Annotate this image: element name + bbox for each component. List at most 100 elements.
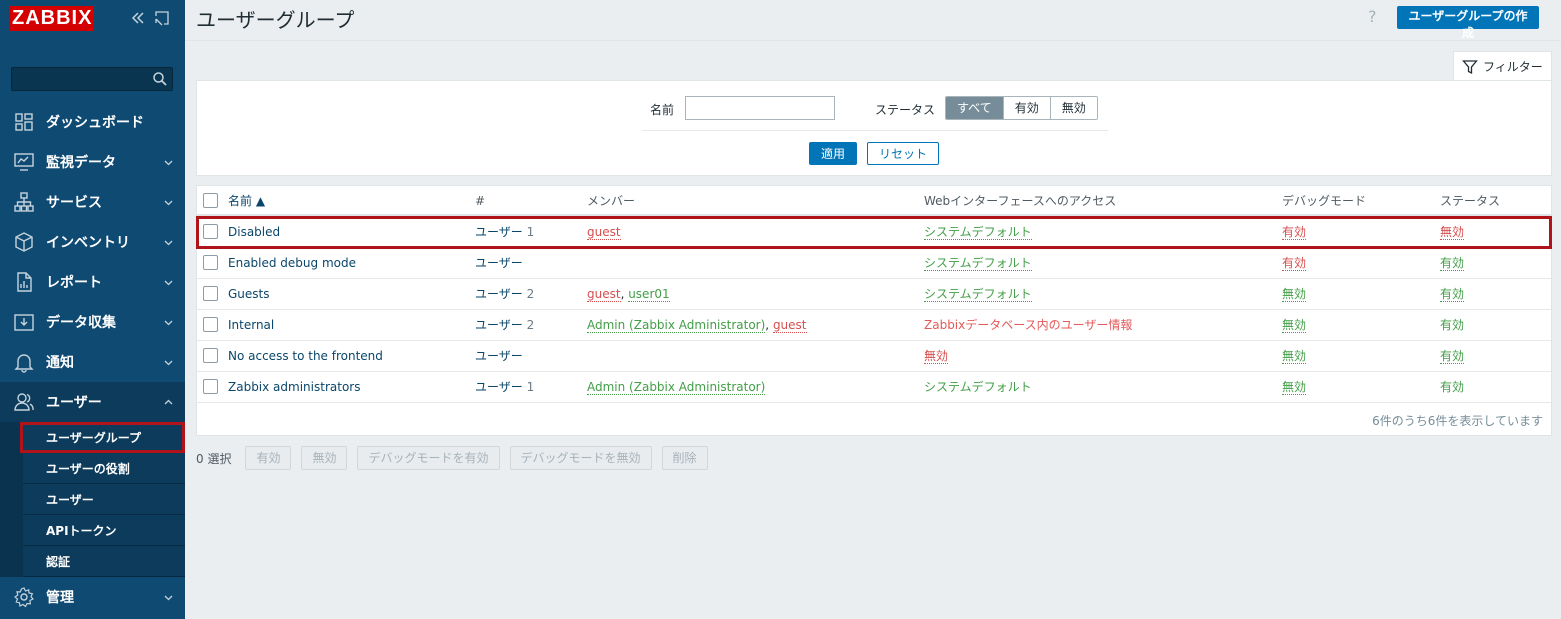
submenu-user-groups[interactable]: ユーザーグループ [20, 422, 185, 453]
submenu-user-roles[interactable]: ユーザーの役割 [23, 453, 185, 484]
status-option-enabled[interactable]: 有効 [1002, 97, 1050, 119]
filter-name-label: 名前 [650, 103, 675, 117]
nav-monitoring[interactable]: 監視データ [0, 142, 185, 182]
row-checkbox[interactable] [203, 379, 218, 394]
status-value[interactable]: 有効 [1440, 287, 1465, 302]
status-option-disabled[interactable]: 無効 [1049, 97, 1097, 119]
status-cell: 有効 [1440, 248, 1465, 278]
kiosk-mode-icon[interactable] [154, 10, 170, 26]
users-link[interactable]: ユーザー [475, 380, 523, 394]
nav-administration[interactable]: 管理 [0, 577, 185, 617]
status-value[interactable]: 有効 [1440, 349, 1465, 364]
data-collection-icon [13, 311, 35, 333]
filter-name-input[interactable] [685, 96, 835, 120]
create-user-group-button[interactable]: ユーザーグループの作成 [1397, 6, 1539, 40]
nav-label: サービス [46, 195, 102, 211]
nav-users[interactable]: ユーザー [0, 382, 185, 422]
member-link[interactable]: Admin (Zabbix Administrator) [587, 318, 766, 333]
debug-mode-value[interactable]: 無効 [1282, 349, 1307, 364]
debug-mode-cell: 有効 [1282, 248, 1307, 278]
group-name-link[interactable]: Internal [228, 310, 274, 340]
member-link[interactable]: guest [587, 287, 621, 302]
table-header-row: 名前 ▲ # メンバー Webインターフェースへのアクセス デバッグモード ステ… [197, 186, 1551, 216]
debug-mode-value[interactable]: 有効 [1282, 256, 1307, 271]
help-icon[interactable]: ? [1368, 7, 1377, 26]
reset-button[interactable]: リセット [867, 142, 939, 165]
nav-services[interactable]: サービス [0, 182, 185, 222]
web-access-value[interactable]: 無効 [924, 349, 949, 364]
submenu-api-tokens[interactable]: APIトークン [23, 515, 185, 546]
member-link[interactable]: Admin (Zabbix Administrator) [587, 380, 766, 395]
status-value[interactable]: 無効 [1440, 225, 1465, 240]
debug-mode-value[interactable]: 無効 [1282, 380, 1307, 395]
status-cell: 有効 [1440, 372, 1464, 402]
row-checkbox[interactable] [203, 255, 218, 270]
disable-debug-button[interactable]: デバッグモードを無効 [509, 446, 652, 470]
column-header-name[interactable]: 名前 ▲ [228, 186, 265, 216]
enable-button[interactable]: 有効 [245, 446, 292, 470]
dashboard-icon [13, 111, 35, 133]
row-checkbox[interactable] [203, 317, 218, 332]
debug-mode-value[interactable]: 有効 [1282, 225, 1307, 240]
members-cell: guest, user01 [587, 287, 670, 302]
web-access-value[interactable]: システムデフォルト [924, 287, 1032, 302]
count-value: 1 [526, 380, 535, 394]
web-access-cell: Zabbixデータベース内のユーザー情報 [924, 310, 1132, 340]
apply-button[interactable]: 適用 [809, 142, 857, 165]
row-checkbox[interactable] [203, 224, 218, 239]
users-count: ユーザー 2 [475, 310, 534, 340]
zabbix-logo[interactable]: ZABBIX [10, 6, 95, 31]
group-name-link[interactable]: No access to the frontend [228, 341, 383, 371]
member-link[interactable]: guest [772, 318, 807, 333]
chevron-down-icon [164, 200, 173, 206]
row-checkbox[interactable] [203, 286, 218, 301]
status-value[interactable]: 有効 [1440, 256, 1465, 271]
nav-alerts[interactable]: 通知 [0, 342, 185, 382]
row-checkbox[interactable] [203, 348, 218, 363]
sidebar: ZABBIX ダッシュボード 監視データ サービス インベントリ レポート デー… [0, 0, 185, 619]
group-name-link[interactable]: Enabled debug mode [228, 248, 356, 278]
members-cell: guest [587, 217, 621, 247]
web-access-value[interactable]: システムデフォルト [924, 256, 1032, 271]
sidebar-search-input[interactable] [11, 67, 173, 91]
status-cell: 有効 [1440, 310, 1464, 340]
users-link[interactable]: ユーザー [475, 318, 523, 332]
users-link[interactable]: ユーザー [475, 256, 523, 270]
debug-mode-value[interactable]: 無効 [1282, 287, 1307, 302]
delete-button[interactable]: 削除 [661, 446, 708, 470]
users-link[interactable]: ユーザー [475, 225, 523, 239]
enable-debug-button[interactable]: デバッグモードを有効 [357, 446, 500, 470]
filter-status-label: ステータス [875, 103, 936, 117]
status-cell: 無効 [1440, 217, 1465, 247]
inventory-icon [13, 231, 35, 253]
group-name-link[interactable]: Zabbix administrators [228, 372, 360, 402]
status-option-all[interactable]: すべて [946, 97, 1003, 119]
nav-label: ダッシュボード [46, 115, 144, 131]
nav-inventory[interactable]: インベントリ [0, 222, 185, 262]
users-link[interactable]: ユーザー [475, 349, 523, 363]
select-all-checkbox[interactable] [203, 193, 218, 208]
disable-button[interactable]: 無効 [301, 446, 348, 470]
web-access-value[interactable]: システムデフォルト [924, 225, 1032, 240]
member-link[interactable]: user01 [628, 287, 670, 302]
debug-mode-value[interactable]: 無効 [1282, 318, 1307, 333]
debug-mode-cell: 有効 [1282, 217, 1307, 247]
group-name-link[interactable]: Disabled [228, 217, 280, 247]
nav-label: インベントリ [46, 235, 130, 251]
nav-reports[interactable]: レポート [0, 262, 185, 302]
users-count: ユーザー 2 [475, 279, 534, 309]
collapse-sidebar-icon[interactable] [130, 10, 146, 26]
nav-dashboard[interactable]: ダッシュボード [0, 102, 185, 142]
status-cell: 有効 [1440, 341, 1465, 371]
member-link[interactable]: guest [587, 225, 621, 240]
nav-data-collection[interactable]: データ収集 [0, 302, 185, 342]
table-row: Disabled ユーザー 1 guest システムデフォルト 有効 無効 [196, 216, 1552, 249]
group-name-link[interactable]: Guests [228, 279, 270, 309]
filter-tab[interactable]: フィルター [1453, 51, 1552, 81]
submenu-users[interactable]: ユーザー [23, 484, 185, 515]
table-row: Zabbix administrators ユーザー 1 Admin (Zabb… [197, 372, 1551, 403]
table-row: Guests ユーザー 2 guest, user01 システムデフォルト 無効… [197, 279, 1551, 310]
users-link[interactable]: ユーザー [475, 287, 523, 301]
header-divider [185, 40, 1561, 41]
submenu-authentication[interactable]: 認証 [23, 546, 185, 577]
